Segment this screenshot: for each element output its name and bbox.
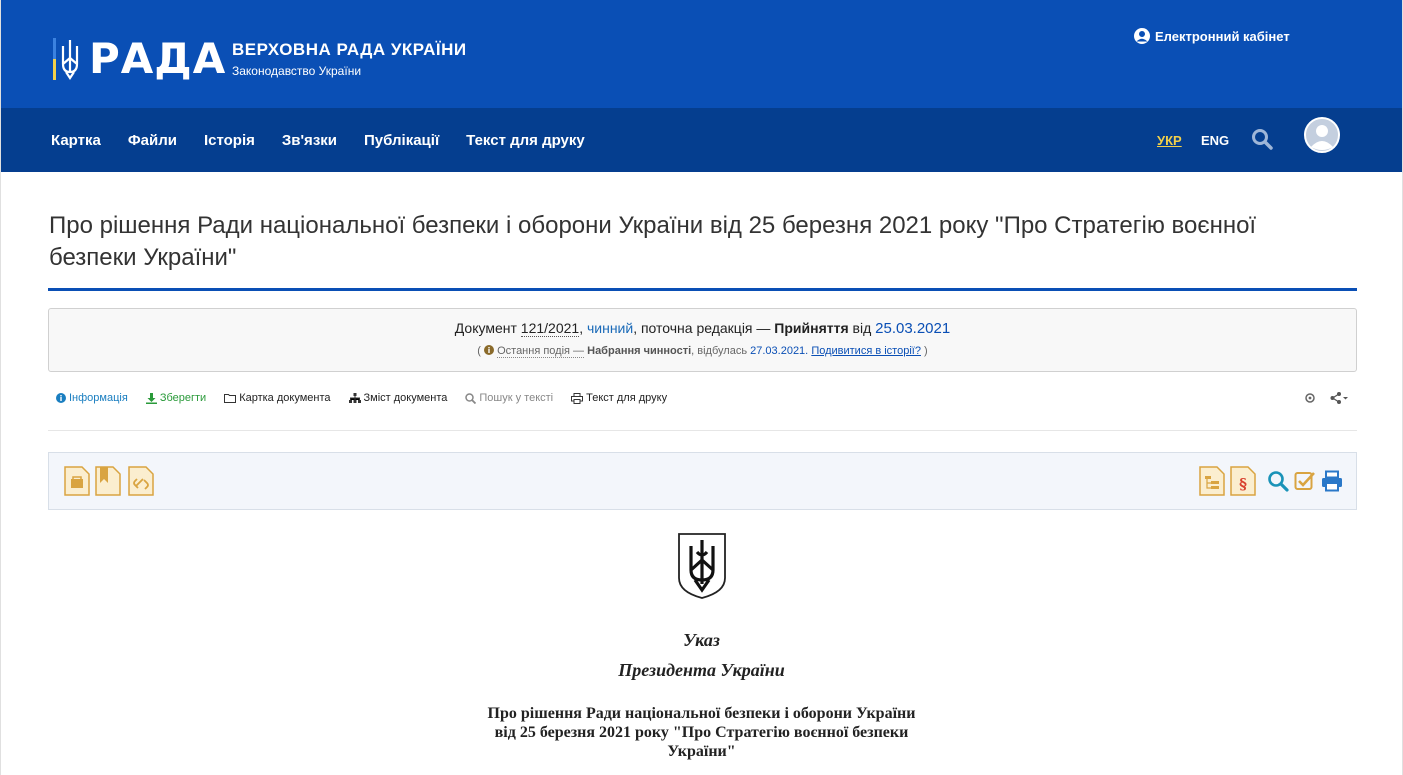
last-event-label: Остання подія —	[497, 345, 585, 358]
decree-issuer: Президента України	[618, 660, 785, 680]
last-event-happened: , відбулась	[691, 345, 748, 357]
nav-item-history[interactable]: Історія	[204, 132, 255, 149]
site-logo[interactable]: РАДА	[53, 38, 226, 80]
print-text-button[interactable]: Текст для друку	[571, 392, 667, 404]
decree-heading-line: України"	[667, 743, 736, 760]
document-number: 121/2021	[520, 320, 580, 337]
nav-items: Картка Файли Історія Зв'язки Публікації …	[51, 108, 612, 172]
folder-icon	[224, 394, 237, 403]
cabinet-label: Електронний кабінет	[1155, 28, 1290, 44]
title-divider	[48, 288, 1357, 291]
magnifier-icon	[465, 392, 477, 404]
info-button[interactable]: Інформація	[56, 392, 128, 404]
top-banner: РАДА ВЕРХОВНА РАДА УКРАЇНИ Законодавство…	[1, 0, 1402, 108]
print-icon[interactable]	[1321, 470, 1343, 492]
history-link[interactable]: Подивитися в історії?	[811, 345, 921, 357]
decree-type: Указ	[683, 630, 720, 650]
info-icon	[56, 393, 66, 403]
document-contents-label: Зміст документа	[363, 392, 448, 404]
toolbar-divider	[48, 430, 1357, 431]
decree-heading-line: Про рішення Ради національної безпеки і …	[487, 705, 916, 722]
download-icon	[145, 392, 157, 404]
status-edition: , поточна редакція —	[633, 320, 771, 336]
last-event: Набрання чинності	[587, 345, 692, 357]
status-date: 25.03.2021	[875, 320, 951, 337]
document-toolbar: Інформація Зберегти Картка документа Змі…	[56, 392, 685, 404]
document-title: Про рішення Ради національної безпеки і …	[49, 212, 1257, 271]
trident-icon	[53, 38, 79, 80]
status-prefix: Документ	[454, 320, 517, 336]
text-search-label: Пошук у тексті	[479, 392, 554, 404]
document-structure-icon[interactable]	[1199, 466, 1225, 496]
coat-of-arms-icon	[678, 533, 726, 599]
document-bookmark-icon[interactable]	[95, 466, 121, 496]
print-text-label: Текст для друку	[586, 392, 668, 404]
nav-item-files[interactable]: Файли	[128, 132, 177, 149]
save-button[interactable]: Зберегти	[145, 392, 207, 404]
logo-word: РАДА	[89, 34, 227, 83]
lang-eng-link[interactable]: ENG	[1201, 133, 1229, 148]
nav-item-publications[interactable]: Публікації	[364, 132, 439, 149]
document-card-label: Картка документа	[239, 392, 331, 404]
status-line: Документ 121/2021, чинний, поточна редак…	[454, 320, 951, 337]
info-label: Інформація	[69, 392, 128, 404]
document-state: чинний	[586, 320, 634, 336]
toolbar-right	[1304, 392, 1348, 404]
text-search-button[interactable]: Пошук у тексті	[465, 392, 553, 404]
document-link-icon[interactable]	[128, 466, 154, 496]
printer-icon	[571, 392, 584, 404]
status-event: Прийняття	[774, 320, 849, 336]
lang-ukr-link[interactable]: УКР	[1157, 133, 1182, 148]
last-event-date: 27.03.2021.	[750, 345, 809, 357]
brand-subtitle: Законодавство України	[232, 64, 362, 78]
status-last-event: ( Остання подія — Набрання чинності, від…	[477, 345, 928, 358]
brand-text: ВЕРХОВНА РАДА УКРАЇНИ Законодавство Укра…	[232, 40, 467, 78]
main-navbar: Картка Файли Історія Зв'язки Публікації …	[1, 108, 1402, 172]
document-status-box: Документ 121/2021, чинний, поточна редак…	[48, 308, 1357, 372]
nav-item-print-text[interactable]: Текст для друку	[466, 132, 585, 149]
svg-text:§: §	[1239, 475, 1247, 493]
search-document-icon[interactable]	[1267, 470, 1289, 492]
sitemap-icon	[348, 393, 361, 403]
decree-heading: Про рішення Ради національної безпеки і …	[1, 704, 1402, 761]
decree-heading-line: від 25 березня 2021 року "Про Стратегію …	[494, 724, 909, 741]
status-from: від	[852, 320, 872, 336]
page: РАДА ВЕРХОВНА РАДА УКРАЇНИ Законодавство…	[0, 0, 1403, 775]
share-icon[interactable]	[1330, 392, 1348, 404]
document-card-button[interactable]: Картка документа	[224, 392, 331, 404]
document-archive-icon[interactable]	[64, 466, 90, 496]
brand-title: ВЕРХОВНА РАДА УКРАЇНИ	[232, 40, 467, 59]
settings-icon[interactable]	[1304, 392, 1316, 404]
avatar-icon[interactable]	[1304, 117, 1340, 153]
document-icon-bar: §	[48, 452, 1357, 510]
nav-item-card[interactable]: Картка	[51, 132, 101, 149]
checklist-icon[interactable]	[1294, 470, 1316, 492]
electronic-cabinet-link[interactable]: Електронний кабінет	[1133, 27, 1290, 45]
document-paragraph-icon[interactable]: §	[1230, 466, 1256, 496]
nav-item-links[interactable]: Зв'язки	[282, 132, 337, 149]
search-icon[interactable]	[1251, 128, 1273, 150]
info-circle-icon	[484, 345, 495, 355]
user-circle-icon	[1134, 28, 1150, 44]
save-label: Зберегти	[159, 392, 207, 404]
document-contents-button[interactable]: Зміст документа	[348, 392, 448, 404]
